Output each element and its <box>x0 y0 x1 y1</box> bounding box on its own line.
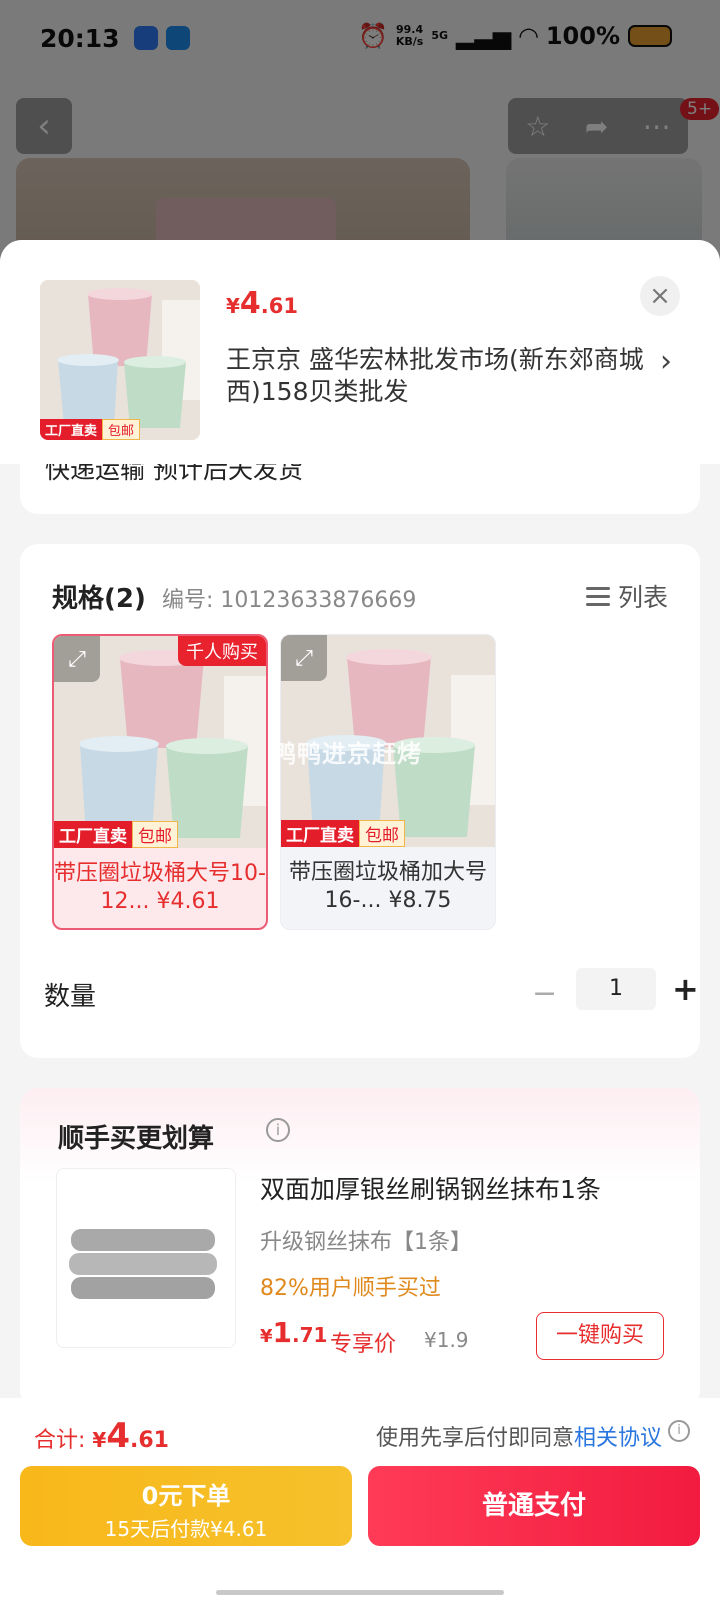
factory-direct-tag: 工厂直卖 <box>281 820 359 847</box>
spec-option-large[interactable]: ⤢ 千人购买 工厂直卖 包邮 带压圈垃圾桶大号10-12... ¥4.61 <box>52 634 268 930</box>
spec-option-extra-large[interactable]: ⤢ 工厂直卖 包邮 带压圈垃圾桶加大号16-... ¥8.75 <box>280 634 496 930</box>
upsell-variant: 升级钢丝抹布【1条】 <box>260 1230 472 1255</box>
expand-icon[interactable]: ⤢ <box>54 636 100 682</box>
one-click-buy-button[interactable]: 一键购买 <box>536 1312 664 1360</box>
list-icon <box>585 584 610 608</box>
delivery-address[interactable]: 王京京 盛华宏林批发市场(新东郊商城西)158贝类批发 <box>226 344 646 408</box>
product-code: 编号: 10123633876669 <box>162 588 417 613</box>
info-icon[interactable]: i <box>266 1118 290 1142</box>
list-view-toggle[interactable]: 列表 <box>585 578 668 614</box>
spec-option-image: ⤢ 千人购买 工厂直卖 包邮 <box>54 636 266 848</box>
pay-later-sub-label: 15天后付款¥4.61 <box>104 1517 268 1541</box>
product-thumbnail[interactable]: 工厂直卖 包邮 <box>40 280 200 440</box>
watermark: 鸭鸭进京赶烤 <box>272 740 422 768</box>
expand-icon[interactable]: ⤢ <box>281 635 327 681</box>
option-tags: 工厂直卖 包邮 <box>54 821 178 848</box>
sku-selection-sheet: 工厂直卖 包邮 ¥4.61 × 王京京 盛华宏林批发市场(新东郊商城西)158贝… <box>0 240 720 1600</box>
trash-bins-image <box>40 280 200 440</box>
option-tags: 工厂直卖 包邮 <box>281 820 405 847</box>
free-shipping-tag: 包邮 <box>102 419 141 440</box>
home-indicator[interactable] <box>216 1590 504 1595</box>
list-toggle-label: 列表 <box>617 583 668 612</box>
exclusive-price-tag: 专享价 <box>330 1332 397 1357</box>
scouring-cloth-image <box>57 1169 235 1347</box>
upsell-original-price: ¥1.9 <box>424 1328 469 1352</box>
quantity-increase-button[interactable]: + <box>672 970 699 1008</box>
upsell-product-image[interactable] <box>56 1168 236 1348</box>
selected-price: ¥4.61 <box>226 286 298 321</box>
upsell-product-name[interactable]: 双面加厚银丝刷锅钢丝抹布1条 <box>260 1170 680 1206</box>
quantity-decrease-button[interactable]: − <box>532 976 557 1011</box>
free-shipping-tag: 包邮 <box>359 820 405 847</box>
spec-card: 规格(2) 编号: 10123633876669 列表 ⤢ 千人购买 工厂直卖 … <box>20 544 700 1058</box>
pay-now-button[interactable]: 普通支付 <box>368 1466 700 1546</box>
thumb-tags: 工厂直卖 包邮 <box>40 419 141 440</box>
chevron-right-icon[interactable]: › <box>660 344 672 379</box>
info-icon[interactable]: i <box>668 1420 690 1442</box>
upsell-price: ¥1.71 <box>260 1316 328 1349</box>
agreement-link[interactable]: 相关协议 <box>574 1426 662 1451</box>
free-shipping-tag: 包邮 <box>132 821 178 848</box>
quantity-input[interactable]: 1 <box>576 968 656 1010</box>
spec-option-label: 带压圈垃圾桶加大号16-... ¥8.75 <box>288 860 487 913</box>
spec-title: 规格(2) <box>52 584 146 614</box>
upsell-bought-rate: 82%用户顺手买过 <box>260 1276 441 1301</box>
pay-later-main-label: 0元下单 <box>141 1482 231 1510</box>
sheet-header: 工厂直卖 包邮 ¥4.61 × 王京京 盛华宏林批发市场(新东郊商城西)158贝… <box>0 240 720 464</box>
upsell-card: 顺手买更划算 i 双面加厚银丝刷锅钢丝抹布1条 升级钢丝抹布【1条】 82%用户… <box>20 1088 700 1408</box>
quantity-label: 数量 <box>44 982 97 1012</box>
pay-later-button[interactable]: 0元下单 15天后付款¥4.61 <box>20 1466 352 1546</box>
factory-direct-tag: 工厂直卖 <box>54 821 132 848</box>
total-price: 合计: ¥4.61 <box>34 1416 169 1456</box>
spec-option-label: 带压圈垃圾桶大号10-12... ¥4.61 <box>54 861 266 914</box>
close-button[interactable]: × <box>640 276 680 316</box>
factory-direct-tag: 工厂直卖 <box>40 419 103 440</box>
hot-sale-badge: 千人购买 <box>178 636 266 666</box>
upsell-title: 顺手买更划算 <box>58 1124 215 1154</box>
checkout-bar: 合计: ¥4.61 使用先享后付即同意相关协议 i 0元下单 15天后付款¥4.… <box>0 1398 720 1600</box>
close-icon: × <box>649 281 671 311</box>
agreement-text: 使用先享后付即同意相关协议 <box>375 1426 662 1451</box>
